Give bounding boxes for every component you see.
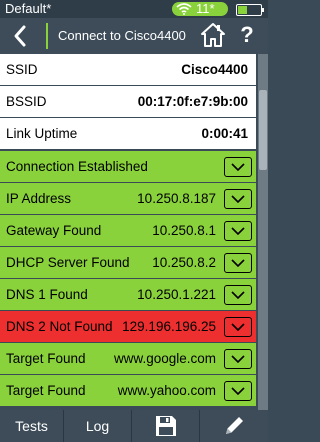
row-value: 0:00:41 bbox=[201, 126, 248, 141]
home-icon bbox=[201, 23, 225, 47]
row-label: Connection Established bbox=[6, 159, 148, 174]
screen: Default* 11* Connect to Cisco4400 ? SSID… bbox=[0, 0, 268, 442]
row-label: Target Found bbox=[6, 383, 86, 398]
expand-button[interactable] bbox=[224, 317, 252, 337]
row-label: DNS 2 Not Found bbox=[6, 319, 113, 334]
chevron-down-icon bbox=[231, 227, 245, 235]
results-list: SSID Cisco4400 BSSID 00:17:0f:e7:9b:00 L… bbox=[0, 54, 268, 410]
list-item-gateway[interactable]: Gateway Found 10.250.8.1 bbox=[0, 215, 256, 247]
log-tab[interactable]: Log bbox=[64, 410, 132, 442]
list-item-dns2[interactable]: DNS 2 Not Found 129.196.196.25 bbox=[0, 311, 256, 343]
profile-name: Default* bbox=[5, 1, 52, 16]
chevron-down-icon bbox=[231, 259, 245, 267]
row-value: www.google.com bbox=[113, 351, 216, 366]
expand-button[interactable] bbox=[224, 221, 252, 241]
edit-icon bbox=[226, 417, 243, 434]
list-item-ssid: SSID Cisco4400 bbox=[0, 54, 256, 86]
header: Connect to Cisco4400 ? bbox=[0, 18, 268, 54]
row-label: IP Address bbox=[6, 191, 72, 206]
help-button[interactable]: ? bbox=[234, 21, 260, 49]
row-value: 10.250.8.1 bbox=[152, 223, 216, 238]
list-item-target-google[interactable]: Target Found www.google.com bbox=[0, 343, 256, 375]
row-value: 10.250.8.187 bbox=[137, 191, 216, 206]
expand-button[interactable] bbox=[224, 189, 252, 209]
bottom-toolbar: Tests Log bbox=[0, 410, 268, 442]
row-value: 129.196.196.25 bbox=[122, 319, 216, 334]
row-label: Gateway Found bbox=[6, 223, 102, 238]
list-item-connection[interactable]: Connection Established bbox=[0, 151, 256, 183]
battery-icon bbox=[236, 4, 264, 16]
chevron-down-icon bbox=[231, 163, 245, 171]
chevron-down-icon bbox=[231, 355, 245, 363]
row-label: SSID bbox=[6, 62, 38, 77]
row-value: 10.250.1.221 bbox=[137, 287, 216, 302]
list-item-link-uptime: Link Uptime 0:00:41 bbox=[0, 118, 256, 150]
list-item-ip-address[interactable]: IP Address 10.250.8.187 bbox=[0, 183, 256, 215]
row-label: Target Found bbox=[6, 351, 86, 366]
home-button[interactable] bbox=[200, 22, 226, 48]
save-icon bbox=[155, 416, 176, 436]
expand-button[interactable] bbox=[224, 253, 252, 273]
chevron-down-icon bbox=[231, 291, 245, 299]
row-label: BSSID bbox=[6, 94, 47, 109]
back-button[interactable] bbox=[4, 21, 40, 51]
expand-button[interactable] bbox=[224, 381, 252, 401]
list-item-target-yahoo[interactable]: Target Found www.yahoo.com bbox=[0, 375, 256, 407]
expand-button[interactable] bbox=[224, 285, 252, 305]
page-title: Connect to Cisco4400 bbox=[58, 28, 186, 43]
wifi-count: 11* bbox=[196, 1, 215, 16]
save-button[interactable] bbox=[132, 410, 200, 442]
row-label: DNS 1 Found bbox=[6, 287, 88, 302]
list-item-dns1[interactable]: DNS 1 Found 10.250.1.221 bbox=[0, 279, 256, 311]
status-bar: Default* 11* bbox=[0, 0, 268, 18]
row-value: 00:17:0f:e7:9b:00 bbox=[137, 94, 248, 109]
battery-fill bbox=[238, 6, 247, 14]
chevron-left-icon bbox=[14, 25, 26, 47]
wifi-indicator[interactable]: 11* bbox=[172, 1, 228, 16]
tests-tab[interactable]: Tests bbox=[0, 410, 64, 442]
row-label: Link Uptime bbox=[6, 126, 78, 141]
row-label: DHCP Server Found bbox=[6, 255, 130, 270]
row-value: Cisco4400 bbox=[181, 62, 248, 77]
question-mark-icon: ? bbox=[240, 22, 254, 47]
chevron-down-icon bbox=[231, 195, 245, 203]
row-value: www.yahoo.com bbox=[117, 383, 216, 398]
expand-button[interactable] bbox=[224, 349, 252, 369]
header-divider bbox=[46, 23, 48, 49]
chevron-down-icon bbox=[231, 387, 245, 395]
expand-button[interactable] bbox=[224, 157, 252, 177]
wifi-icon bbox=[176, 3, 192, 15]
edit-button[interactable] bbox=[200, 410, 268, 442]
scrollbar-thumb[interactable] bbox=[259, 90, 267, 170]
row-value: 10.250.8.2 bbox=[152, 255, 216, 270]
list-item-dhcp[interactable]: DHCP Server Found 10.250.8.2 bbox=[0, 247, 256, 279]
chevron-down-icon bbox=[231, 323, 245, 331]
list-item-bssid: BSSID 00:17:0f:e7:9b:00 bbox=[0, 86, 256, 118]
